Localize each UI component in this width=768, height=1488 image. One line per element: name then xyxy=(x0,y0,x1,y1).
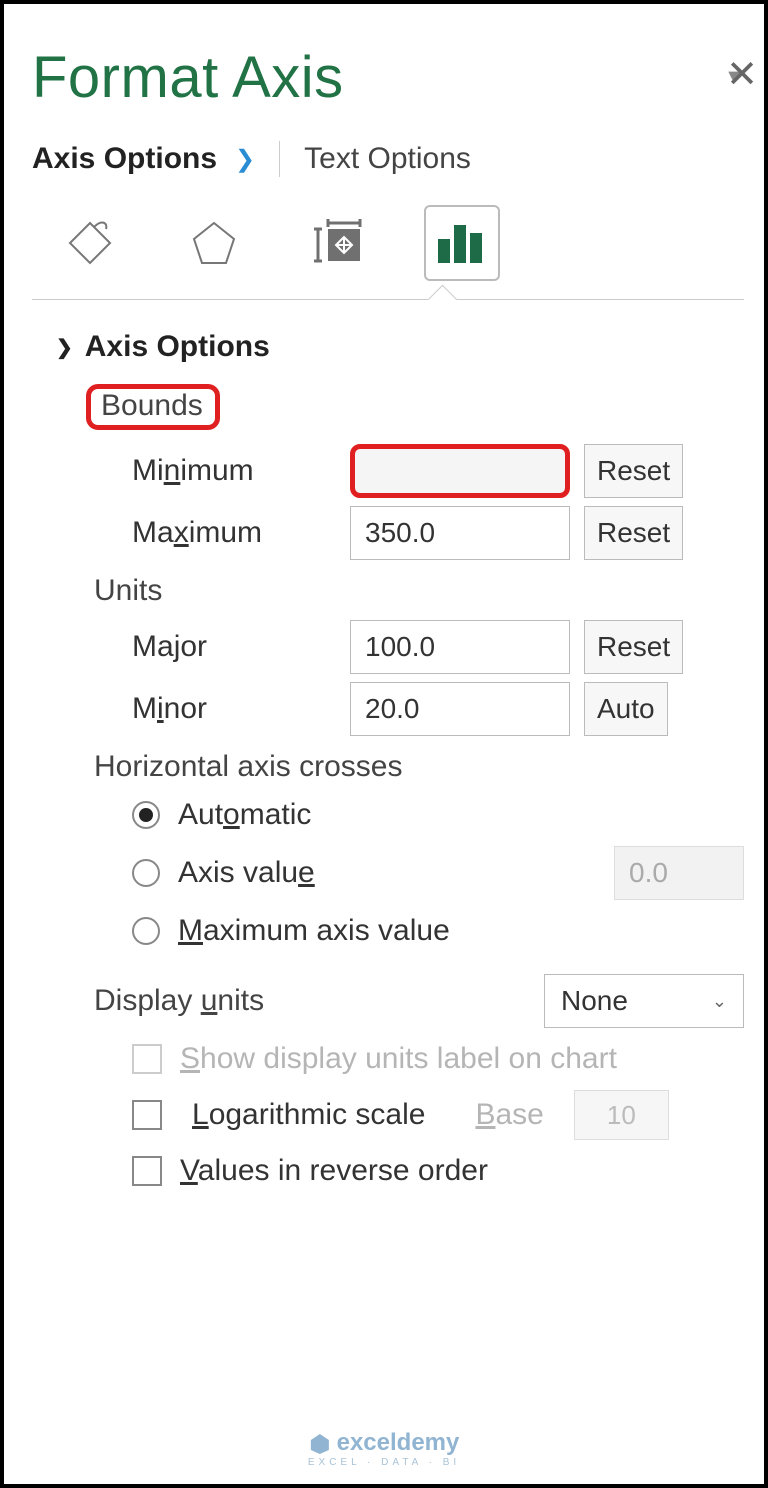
checkbox-label: Show display units label on chart xyxy=(180,1042,617,1076)
radio-label: Axis value xyxy=(178,856,315,890)
size-properties-icon[interactable] xyxy=(300,205,376,281)
section-axis-options[interactable]: ❯ Axis Options xyxy=(56,330,744,364)
radio-icon xyxy=(132,917,160,945)
group-bounds: Bounds xyxy=(101,389,203,422)
check-reverse-order[interactable]: Values in reverse order xyxy=(132,1154,744,1188)
radio-icon xyxy=(132,859,160,887)
watermark-text: exceldemy xyxy=(337,1429,460,1457)
checkbox-icon xyxy=(132,1044,162,1074)
minor-input[interactable] xyxy=(350,682,570,736)
tab-pointer-divider xyxy=(32,299,744,300)
chevron-down-icon: ❯ xyxy=(56,335,73,360)
label-minor: Minor xyxy=(56,692,336,726)
options-tabs: Axis Options ❯ Text Options xyxy=(32,141,744,177)
minimum-input[interactable] xyxy=(350,444,570,498)
tab-axis-options[interactable]: Axis Options xyxy=(32,142,217,176)
checkbox-icon xyxy=(132,1100,162,1130)
chevron-down-icon: ⌄ xyxy=(712,991,727,1012)
logo-icon xyxy=(309,1432,331,1454)
group-units: Units xyxy=(94,574,744,608)
checkbox-label: Logarithmic scale xyxy=(192,1098,425,1132)
group-crosses: Horizontal axis crosses xyxy=(94,750,744,784)
minimum-reset-button[interactable]: Reset xyxy=(584,444,683,498)
close-icon[interactable]: ✕ xyxy=(726,52,758,97)
axis-options-icon[interactable] xyxy=(424,205,500,281)
checkbox-icon xyxy=(132,1156,162,1186)
radio-axis-value[interactable]: Axis value xyxy=(132,846,744,900)
watermark: exceldemy EXCEL · DATA · BI xyxy=(308,1429,460,1468)
effects-icon[interactable] xyxy=(176,205,252,281)
checkbox-label: Values in reverse order xyxy=(180,1154,488,1188)
check-show-display-units: Show display units label on chart xyxy=(132,1042,744,1076)
radio-label: Maximum axis value xyxy=(178,914,450,948)
label-base: Base xyxy=(475,1098,543,1132)
label-major: Major xyxy=(56,630,336,664)
major-reset-button[interactable]: Reset xyxy=(584,620,683,674)
watermark-sub: EXCEL · DATA · BI xyxy=(308,1457,460,1468)
fill-line-icon[interactable] xyxy=(52,205,128,281)
major-input[interactable] xyxy=(350,620,570,674)
chevron-down-icon[interactable]: ❯ xyxy=(235,145,255,174)
select-value: None xyxy=(561,985,628,1017)
maximum-reset-button[interactable]: Reset xyxy=(584,506,683,560)
panel-title: Format Axis xyxy=(32,44,344,111)
radio-icon xyxy=(132,801,160,829)
radio-label: Automatic xyxy=(178,798,311,832)
tab-text-options[interactable]: Text Options xyxy=(304,142,471,176)
label-minimum: Minimum xyxy=(56,454,336,488)
check-log-scale[interactable]: Logarithmic scale Base xyxy=(132,1090,744,1140)
radio-automatic[interactable]: Automatic xyxy=(132,798,744,832)
base-input xyxy=(574,1090,669,1140)
label-display-units: Display units xyxy=(94,984,264,1018)
maximum-input[interactable] xyxy=(350,506,570,560)
label-maximum: Maximum xyxy=(56,516,336,550)
minor-auto-button[interactable]: Auto xyxy=(584,682,668,736)
section-title: Axis Options xyxy=(85,330,270,364)
tab-divider xyxy=(279,141,280,177)
radio-max-axis-value[interactable]: Maximum axis value xyxy=(132,914,744,948)
display-units-select[interactable]: None ⌄ xyxy=(544,974,744,1028)
axis-value-input xyxy=(614,846,744,900)
